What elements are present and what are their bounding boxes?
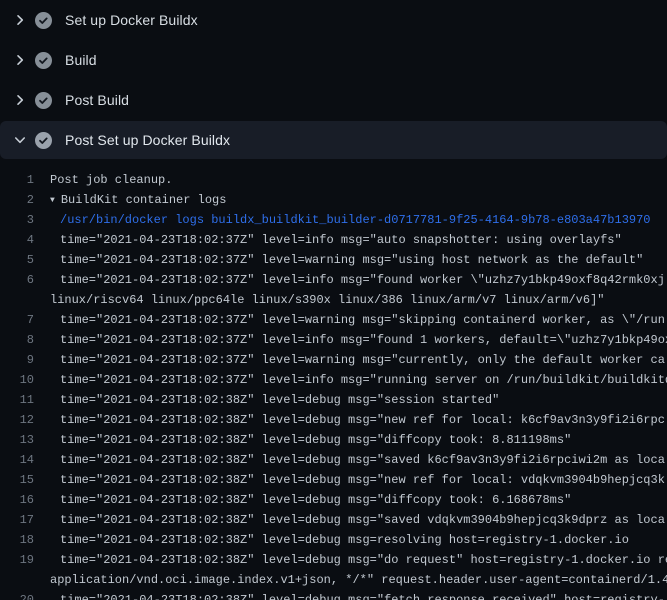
- workflow-log-panel: Set up Docker Buildx Build Post Build Post …: [0, 0, 667, 600]
- log-line-number[interactable]: 7: [0, 310, 34, 330]
- log-line: 11 time="2021-04-23T18:02:38Z" level=debu…: [0, 390, 667, 410]
- log-line-number[interactable]: 14: [0, 450, 34, 470]
- log-line: 18 time="2021-04-23T18:02:38Z" level=debu…: [0, 530, 667, 550]
- check-circle-icon: [35, 92, 52, 109]
- log-line: 17 time="2021-04-23T18:02:38Z" level=debu…: [0, 510, 667, 530]
- log-line: 16 time="2021-04-23T18:02:38Z" level=debu…: [0, 490, 667, 510]
- log-text: ▼ BuildKit container logs: [50, 190, 226, 210]
- log-line: 6 time="2021-04-23T18:02:37Z" level=info …: [0, 270, 667, 290]
- log-text: time="2021-04-23T18:02:38Z" level=debug …: [60, 410, 665, 430]
- log-text: time="2021-04-23T18:02:37Z" level=warnin…: [60, 250, 643, 270]
- log-text: application/vnd.oci.image.index.v1+json,…: [50, 570, 667, 590]
- log-group-title: BuildKit container logs: [61, 193, 227, 207]
- log-line: 2 ▼ BuildKit container logs: [0, 190, 667, 210]
- log-line: 8 time="2021-04-23T18:02:37Z" level=info …: [0, 330, 667, 350]
- log-line-number[interactable]: 13: [0, 430, 34, 450]
- log-text: time="2021-04-23T18:02:37Z" level=info m…: [60, 230, 622, 250]
- log-line-number[interactable]: 16: [0, 490, 34, 510]
- log-line: 3/usr/bin/docker logs buildx_buildkit_bu…: [0, 210, 667, 230]
- log-line-number[interactable]: 20: [0, 590, 34, 600]
- log-line: 5 time="2021-04-23T18:02:37Z" level=warni…: [0, 250, 667, 270]
- log-line: 12 time="2021-04-23T18:02:38Z" level=debu…: [0, 410, 667, 430]
- log-line-number[interactable]: 12: [0, 410, 34, 430]
- log-line: 13 time="2021-04-23T18:02:38Z" level=debu…: [0, 430, 667, 450]
- log-line: 1 Post job cleanup.: [0, 170, 667, 190]
- log-line-continuation: application/vnd.oci.image.index.v1+json,…: [0, 570, 667, 590]
- log-command-text: /usr/bin/docker logs buildx_buildkit_bui…: [60, 210, 651, 230]
- log-text: time="2021-04-23T18:02:37Z" level=info m…: [60, 270, 665, 290]
- log-text: time="2021-04-23T18:02:38Z" level=debug …: [60, 590, 665, 600]
- check-circle-icon: [35, 52, 52, 69]
- log-line-number[interactable]: 1: [0, 170, 34, 190]
- steps-list: Set up Docker Buildx Build Post Build Post …: [0, 0, 667, 159]
- log-line-number[interactable]: 17: [0, 510, 34, 530]
- log-line-number[interactable]: 6: [0, 270, 34, 290]
- chevron-right-icon: [12, 92, 28, 108]
- chevron-right-icon: [12, 52, 28, 68]
- log-text: Post job cleanup.: [50, 170, 172, 190]
- log-line-number: [0, 570, 34, 590]
- log-text: time="2021-04-23T18:02:37Z" level=info m…: [60, 370, 667, 390]
- check-circle-icon: [35, 132, 52, 149]
- log-text: time="2021-04-23T18:02:38Z" level=debug …: [60, 530, 629, 550]
- log-text: time="2021-04-23T18:02:38Z" level=debug …: [60, 390, 499, 410]
- log-line-number[interactable]: 18: [0, 530, 34, 550]
- log-line: 4 time="2021-04-23T18:02:37Z" level=info …: [0, 230, 667, 250]
- step-title: Post Build: [65, 92, 129, 108]
- step-row-set-up-docker-buildx[interactable]: Set up Docker Buildx: [0, 0, 667, 40]
- step-title: Set up Docker Buildx: [65, 12, 198, 28]
- log-text: time="2021-04-23T18:02:37Z" level=warnin…: [60, 350, 665, 370]
- log-line-number: [0, 290, 34, 310]
- log-line: 10 time="2021-04-23T18:02:37Z" level=info…: [0, 370, 667, 390]
- log-line: 15 time="2021-04-23T18:02:38Z" level=debu…: [0, 470, 667, 490]
- log-text: time="2021-04-23T18:02:38Z" level=debug …: [60, 550, 667, 570]
- log-container: 1 Post job cleanup. 2 ▼ BuildKit container l…: [0, 159, 667, 600]
- log-text: time="2021-04-23T18:02:38Z" level=debug …: [60, 470, 665, 490]
- log-line-number[interactable]: 10: [0, 370, 34, 390]
- log-line-continuation: linux/riscv64 linux/ppc64le linux/s390x …: [0, 290, 667, 310]
- step-row-build[interactable]: Build: [0, 40, 667, 80]
- step-row-post-build[interactable]: Post Build: [0, 80, 667, 120]
- log-line: 14 time="2021-04-23T18:02:38Z" level=debu…: [0, 450, 667, 470]
- log-text: time="2021-04-23T18:02:38Z" level=debug …: [60, 490, 571, 510]
- log-line-number[interactable]: 2: [0, 190, 34, 210]
- log-line: 7 time="2021-04-23T18:02:37Z" level=warni…: [0, 310, 667, 330]
- log-text: time="2021-04-23T18:02:38Z" level=debug …: [60, 430, 571, 450]
- log-line: 20 time="2021-04-23T18:02:38Z" level=debu…: [0, 590, 667, 600]
- log-text: time="2021-04-23T18:02:37Z" level=info m…: [60, 330, 667, 350]
- log-line-number[interactable]: 19: [0, 550, 34, 570]
- log-line-number[interactable]: 4: [0, 230, 34, 250]
- log-line-number[interactable]: 9: [0, 350, 34, 370]
- step-row-post-set-up-docker-buildx[interactable]: Post Set up Docker Buildx: [0, 121, 667, 159]
- log-text: linux/riscv64 linux/ppc64le linux/s390x …: [50, 290, 605, 310]
- log-line-number[interactable]: 3: [0, 210, 34, 230]
- log-text: time="2021-04-23T18:02:38Z" level=debug …: [60, 450, 665, 470]
- log-line: 9 time="2021-04-23T18:02:37Z" level=warni…: [0, 350, 667, 370]
- log-line-number[interactable]: 11: [0, 390, 34, 410]
- log-line: 19 time="2021-04-23T18:02:38Z" level=debu…: [0, 550, 667, 570]
- check-circle-icon: [35, 12, 52, 29]
- step-title: Post Set up Docker Buildx: [65, 132, 230, 148]
- chevron-right-icon: [12, 12, 28, 28]
- log-line-number[interactable]: 5: [0, 250, 34, 270]
- log-text: time="2021-04-23T18:02:37Z" level=warnin…: [60, 310, 665, 330]
- log-text: time="2021-04-23T18:02:38Z" level=debug …: [60, 510, 665, 530]
- log-line-number[interactable]: 8: [0, 330, 34, 350]
- step-title: Build: [65, 52, 97, 68]
- chevron-down-icon: [12, 132, 28, 148]
- triangle-down-marker[interactable]: ▼: [50, 191, 55, 210]
- log-line-number[interactable]: 15: [0, 470, 34, 490]
